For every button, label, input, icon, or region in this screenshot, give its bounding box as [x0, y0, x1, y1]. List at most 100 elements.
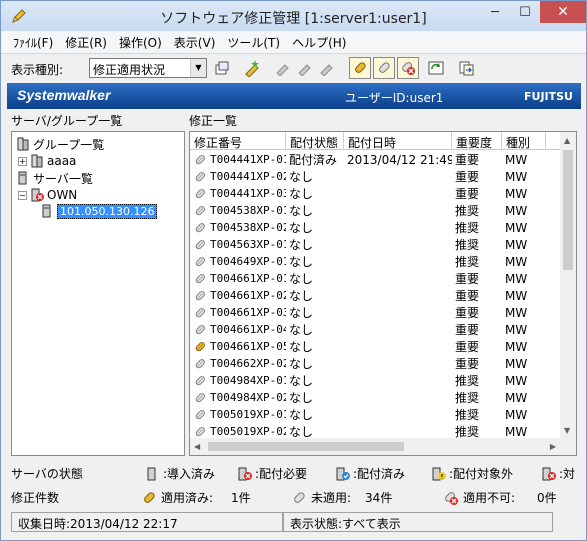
scroll-down-icon[interactable]: ▼ [564, 426, 570, 435]
table-row[interactable]: T004661XP-03 なし 重要 MW [190, 304, 562, 321]
menu-view[interactable]: 表示(V) [168, 34, 222, 51]
col-header-type[interactable]: 種別 [502, 132, 546, 150]
menu-patch[interactable]: 修正(R) [59, 34, 113, 51]
cell-type: MW [505, 220, 528, 235]
col-header-dist-state[interactable]: 配付状態 [286, 132, 344, 150]
table-row[interactable]: T004984XP-02 なし 推奨 MW [190, 389, 562, 406]
col-header-severity[interactable]: 重要度 [452, 132, 502, 150]
patch-list[interactable]: 修正番号 配付状態 配付日時 重要度 種別 T004441XP-01 配付済み 20… [189, 131, 577, 456]
cell-patch-id: T005019XP-02 [190, 425, 286, 439]
cell-severity: 重要 [455, 153, 480, 167]
table-row[interactable]: T004661XP-04 なし 重要 MW [190, 321, 562, 338]
table-row[interactable]: T004538XP-01 なし 推奨 MW [190, 202, 562, 219]
patch-disabled-3-icon[interactable] [315, 57, 337, 79]
maximize-button[interactable]: ☐ [510, 1, 540, 23]
tree-node-label: OWN [47, 188, 78, 202]
tree-node-own[interactable]: − OWN [18, 187, 77, 203]
table-row[interactable]: T005019XP-01 なし 推奨 MW [190, 406, 562, 423]
table-row[interactable]: T004441XP-02 なし 重要 MW [190, 168, 562, 185]
filter-not-applicable-icon[interactable] [397, 57, 419, 79]
patch-id-text: T004538XP-01 [210, 204, 286, 217]
menu-help[interactable]: ヘルプ(H) [286, 34, 352, 51]
horizontal-scrollbar[interactable]: ◀ ▶ [190, 438, 576, 455]
patch-unapplied-icon [195, 154, 205, 164]
patch-id-text: T004441XP-01 [210, 153, 286, 166]
filter-applied-icon[interactable] [349, 57, 371, 79]
scroll-left-icon[interactable]: ◀ [194, 442, 200, 451]
col-header-patch-id[interactable]: 修正番号 [190, 132, 286, 150]
minimize-button[interactable]: ─ [480, 1, 510, 23]
horizontal-scroll-thumb[interactable] [208, 442, 404, 451]
table-row[interactable]: T004984XP-01 なし 推奨 MW [190, 372, 562, 389]
update-view-icon[interactable] [425, 57, 447, 79]
tree-pane-title: サーバ/グループ一覧 [11, 114, 123, 128]
patch-id-text: T004563XP-01 [210, 238, 286, 251]
patch-unapplied-icon [195, 307, 205, 317]
filter-unapplied-icon[interactable] [373, 57, 395, 79]
tree-node-aaaa[interactable]: + aaaa [18, 153, 76, 169]
tree-node-group-list[interactable]: グループ一覧 [16, 136, 104, 152]
title-bar[interactable]: ソフトウェア修正管理 [1:server1:user1] ─ ☐ ✕ [1, 1, 586, 31]
server-group-tree[interactable]: グループ一覧 + aaaa サーバ一覧 − OWN 101.050.130.12… [11, 131, 185, 456]
add-patch-icon[interactable] [241, 57, 263, 79]
list-pane-title: 修正一覧 [189, 114, 238, 128]
cell-dist-state: なし [289, 408, 314, 422]
server-group-icon [31, 154, 43, 168]
cell-dist-state: なし [289, 391, 314, 405]
server-group-icon [17, 137, 29, 151]
scroll-right-icon[interactable]: ▶ [550, 442, 556, 451]
display-type-select[interactable]: 修正適用状況 ▼ [89, 58, 207, 78]
menu-operation[interactable]: 操作(O) [113, 34, 168, 51]
refresh-list-icon[interactable] [211, 57, 233, 79]
cell-severity: 重要 [455, 340, 480, 354]
table-row[interactable]: T004538XP-02 なし 推奨 MW [190, 219, 562, 236]
count-applied-label: 適用済み: [161, 491, 214, 505]
close-button[interactable]: ✕ [540, 1, 586, 23]
cell-patch-id: T004538XP-01 [190, 204, 286, 218]
table-row[interactable]: T004662XP-02 なし 重要 MW [190, 355, 562, 372]
server-distribution-needed-icon [31, 188, 44, 202]
collapse-minus-icon[interactable]: − [18, 190, 27, 200]
table-row[interactable]: T004441XP-01 配付済み 2013/04/12 21:49 重要 MW [190, 151, 562, 168]
table-row[interactable]: T004563XP-01 なし 推奨 MW [190, 236, 562, 253]
patch-disabled-1-icon[interactable] [271, 57, 293, 79]
legend-truncated-label: :対 [559, 467, 576, 481]
legend-dist-needed: :配付必要 [237, 465, 307, 482]
table-row[interactable]: T004649XP-01 なし 推奨 MW [190, 253, 562, 270]
export-icon[interactable] [455, 57, 477, 79]
patch-id-text: T005019XP-01 [210, 408, 286, 421]
tree-node-server-list[interactable]: サーバ一覧 [16, 170, 93, 186]
expand-plus-icon[interactable]: + [18, 156, 27, 166]
table-row[interactable]: T004661XP-05 なし 重要 MW [190, 338, 562, 355]
tree-node-selected-server[interactable]: 101.050.130.126 [40, 203, 158, 219]
table-row[interactable]: T004661XP-02 なし 重要 MW [190, 287, 562, 304]
cell-patch-id: T004984XP-02 [190, 391, 286, 405]
patch-id-text: T004661XP-01 [210, 272, 286, 285]
cell-type: MW [505, 203, 528, 218]
cell-patch-id: T005019XP-01 [190, 408, 286, 422]
server-distribution-needed-icon [238, 467, 252, 480]
cell-dist-state: なし [289, 187, 314, 201]
patch-disabled-2-icon[interactable] [293, 57, 315, 79]
server-icon [18, 171, 27, 185]
server-not-target-icon [432, 467, 446, 480]
cell-severity: 推奨 [455, 374, 480, 388]
cell-patch-id: T004441XP-01 [190, 153, 286, 167]
table-row[interactable]: T004441XP-03 なし 重要 MW [190, 185, 562, 202]
menu-tools[interactable]: ツール(T) [221, 34, 286, 51]
tree-node-label: aaaa [47, 154, 77, 168]
tree-node-label: サーバ一覧 [33, 171, 93, 186]
menu-file[interactable]: ﾌｧｲﾙ(F) [7, 34, 59, 51]
legend-dist-needed-label: :配付必要 [255, 467, 308, 481]
chevron-down-icon[interactable]: ▼ [190, 59, 206, 77]
vertical-scroll-thumb[interactable] [563, 150, 573, 270]
scroll-up-icon[interactable]: ▲ [564, 136, 570, 145]
col-header-dist-date[interactable]: 配付日時 [344, 132, 452, 150]
patch-id-text: T004441XP-03 [210, 187, 286, 200]
cell-severity: 推奨 [455, 391, 480, 405]
vertical-scrollbar[interactable]: ▲ ▼ [560, 132, 576, 439]
toolbar: 表示種別: 修正適用状況 ▼ [1, 53, 586, 81]
patch-id-text: T004661XP-02 [210, 289, 286, 302]
count-not-applicable: 適用不可: 0件 [443, 489, 557, 506]
table-row[interactable]: T004661XP-01 なし 重要 MW [190, 270, 562, 287]
